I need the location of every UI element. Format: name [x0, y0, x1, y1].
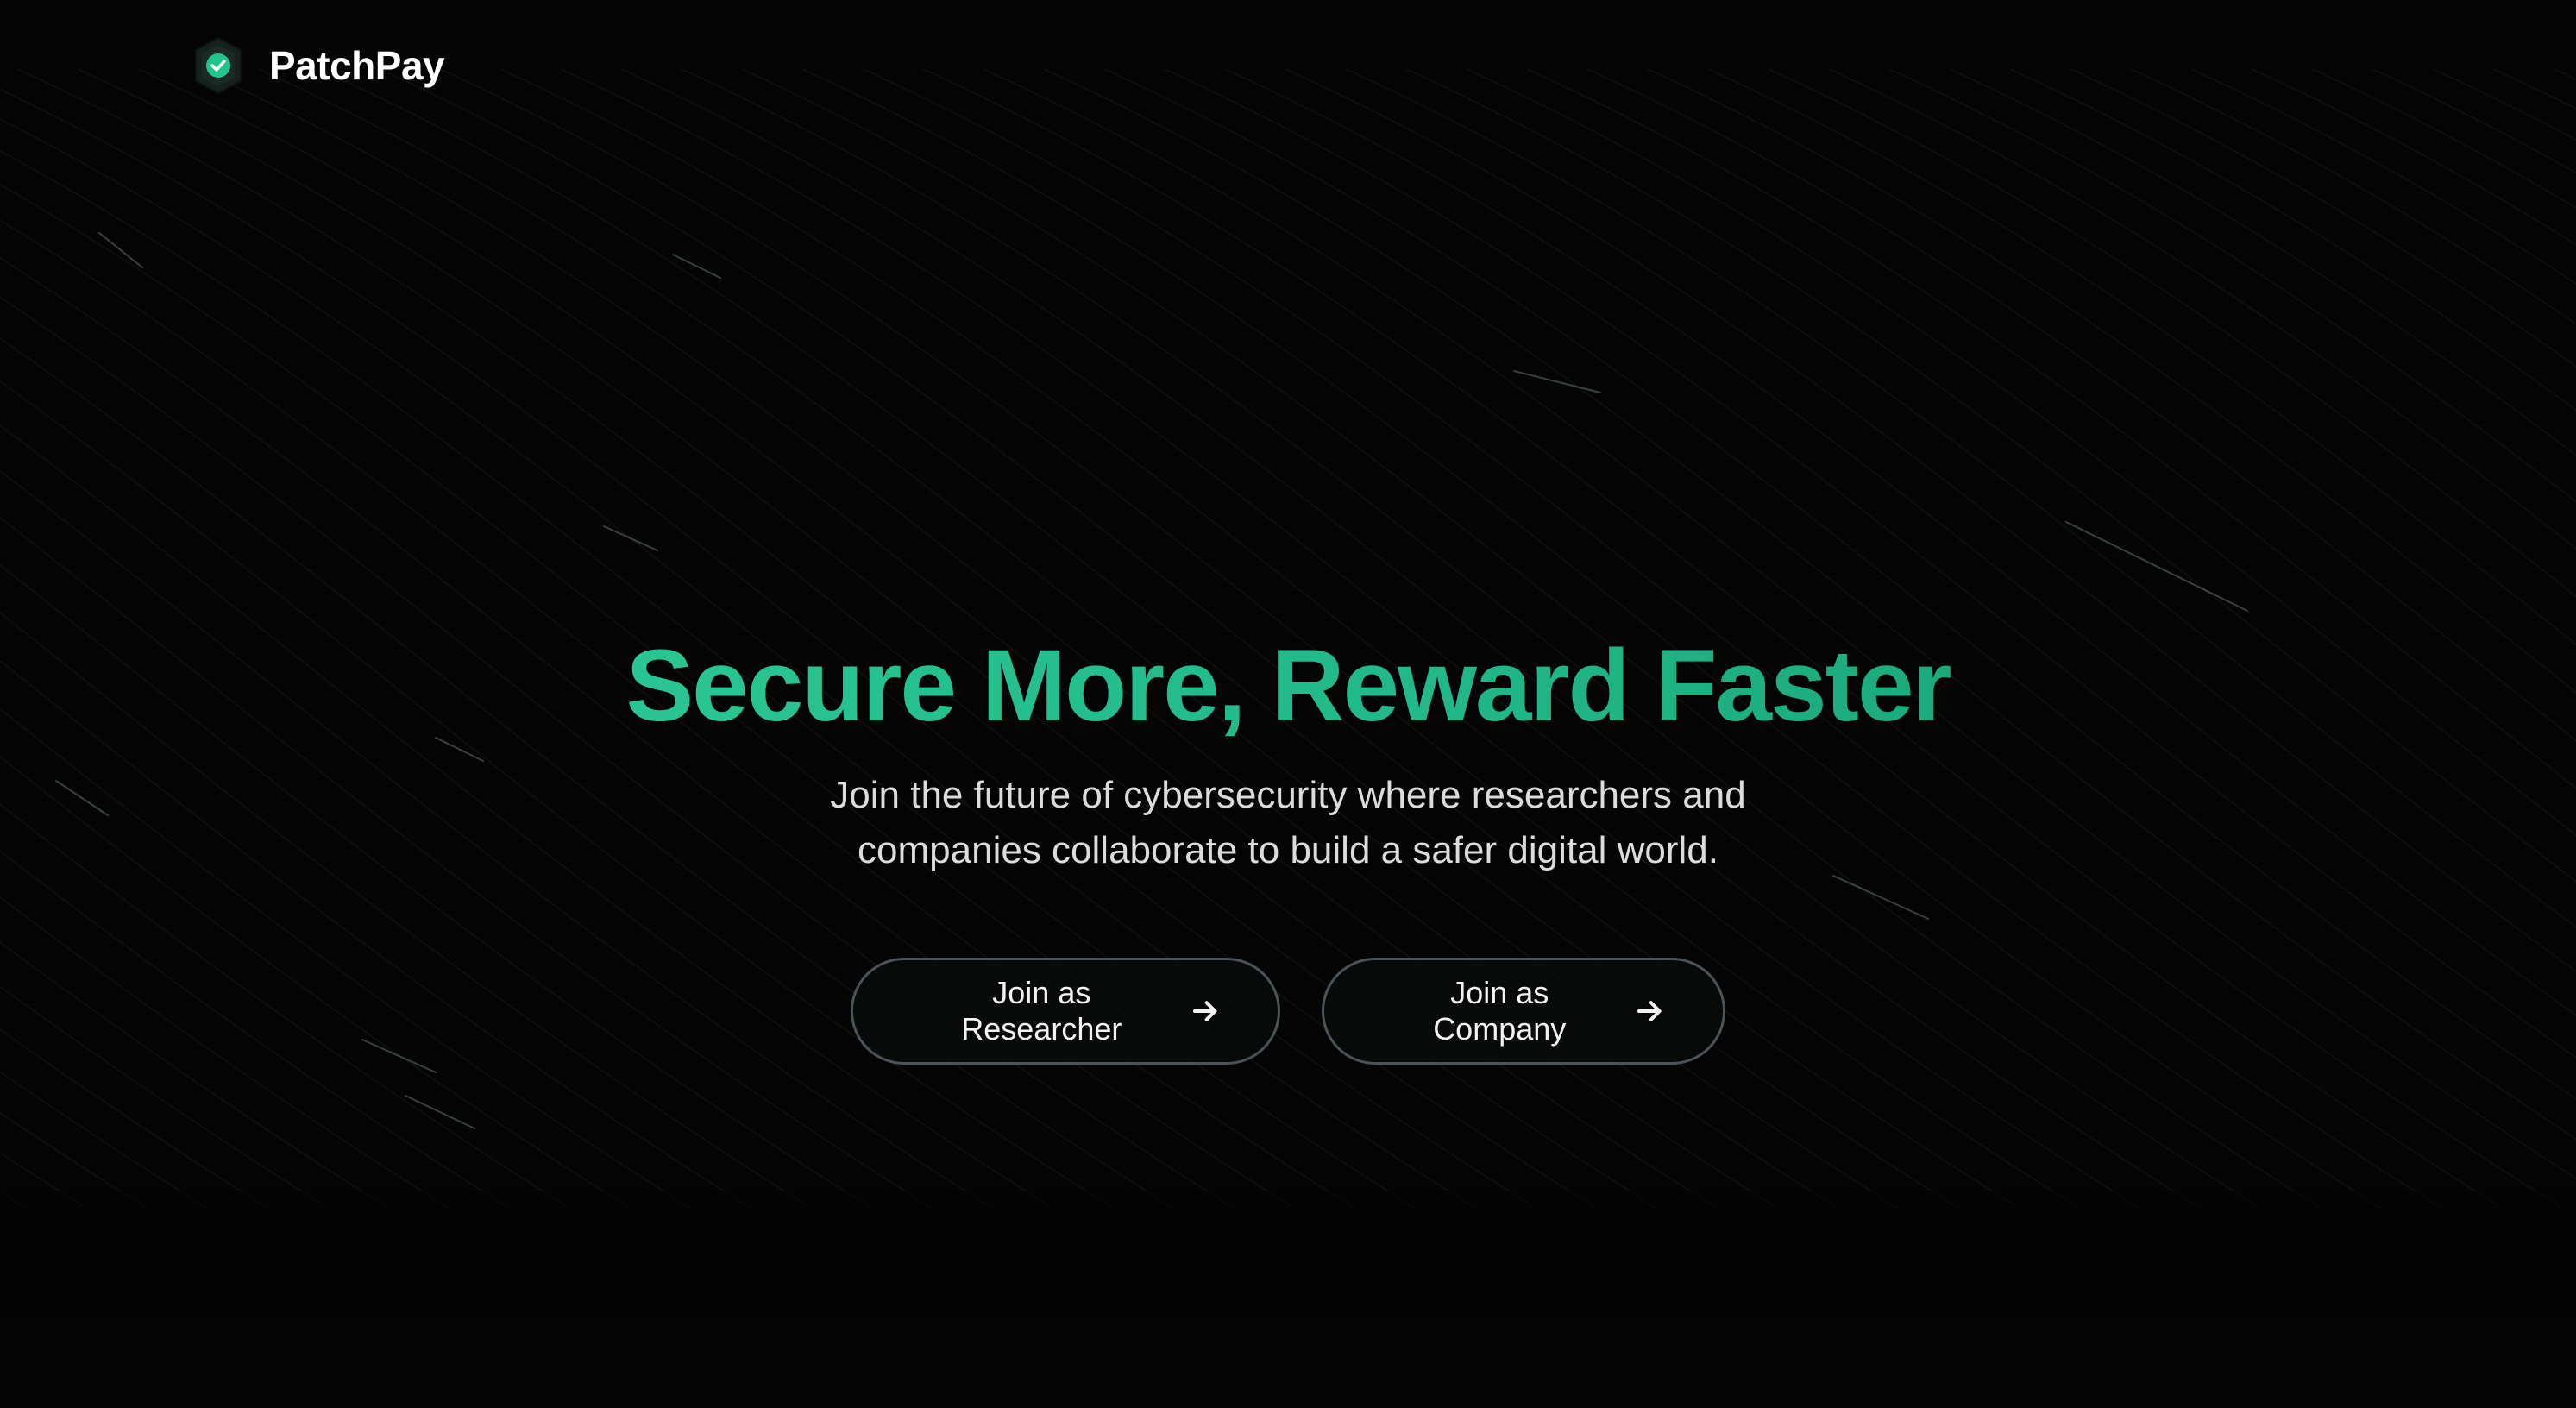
join-as-company-label: Join as Company	[1433, 975, 1567, 1047]
light-streak	[603, 525, 658, 551]
light-streak	[1513, 370, 1601, 393]
hero-section: Secure More, Reward Faster Join the futu…	[0, 630, 2576, 1065]
site-header: PatchPay	[193, 36, 445, 95]
light-streak	[672, 254, 721, 279]
landing-page: PatchPay Secure More, Reward Faster Join…	[0, 0, 2576, 1408]
join-as-researcher-button[interactable]: Join as Researcher	[851, 958, 1280, 1065]
arrow-right-icon	[1637, 1001, 1662, 1021]
brand-name[interactable]: PatchPay	[269, 42, 445, 89]
light-streak	[98, 232, 143, 268]
arrow-right-icon	[1192, 1001, 1217, 1021]
shield-check-icon[interactable]	[193, 36, 243, 95]
join-as-company-button[interactable]: Join as Company	[1322, 958, 1725, 1065]
hero-subtitle: Join the future of cybersecurity where r…	[830, 774, 1746, 871]
join-as-researcher-label: Join as Researcher	[961, 975, 1122, 1047]
cta-row: Join as Researcher Join as Company	[0, 958, 2576, 1065]
hero-headline: Secure More, Reward Faster	[0, 630, 2576, 742]
